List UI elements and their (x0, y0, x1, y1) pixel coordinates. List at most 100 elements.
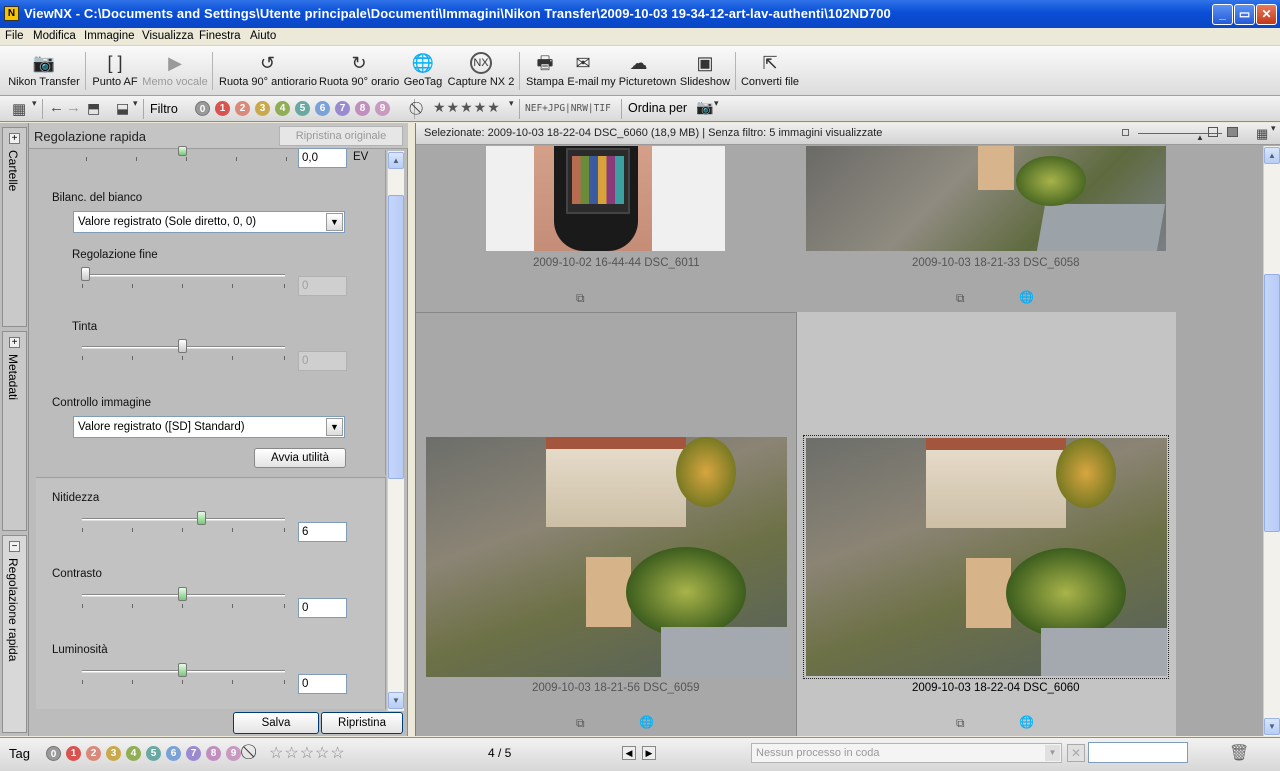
fine-tune-slider[interactable] (82, 274, 285, 277)
chevron-down-icon[interactable]: ▾ (714, 98, 719, 109)
contrast-input[interactable]: 0 (298, 598, 347, 618)
thumbnail-scrollbar[interactable]: ▲ ▼ (1263, 146, 1280, 736)
punto-af-button[interactable]: [ ] Punto AF (90, 48, 140, 94)
menu-modifica[interactable]: Modifica (33, 30, 76, 42)
color-label-4[interactable]: 4 (275, 101, 290, 116)
back-arrow-icon[interactable]: ← (49, 99, 64, 116)
capture-nx-button[interactable]: NX Capture NX 2 (447, 48, 515, 94)
brightness-slider-thumb[interactable] (178, 663, 187, 677)
slideshow-button[interactable]: ▣ Slideshow (679, 48, 731, 94)
launch-utility-button[interactable]: Avvia utilità (254, 448, 346, 468)
color-label-3[interactable]: 3 (106, 746, 121, 761)
fullscreen-icon[interactable] (1227, 127, 1238, 137)
thumbnail-image[interactable] (486, 146, 725, 251)
color-label-9[interactable]: 9 (226, 746, 241, 761)
save-button[interactable]: Salva (233, 712, 319, 734)
scroll-up-icon[interactable]: ▲ (1264, 147, 1280, 164)
chevron-down-icon[interactable]: ▾ (1271, 123, 1276, 134)
color-label-2[interactable]: 2 (86, 746, 101, 761)
reset-original-button[interactable]: Ripristina originale (279, 126, 403, 146)
menu-aiuto[interactable]: Aiuto (250, 30, 276, 42)
email-button[interactable]: ✉ E-mail (567, 48, 599, 94)
scrollbar-thumb[interactable] (388, 195, 404, 479)
sharpness-slider[interactable] (82, 518, 285, 521)
color-label-2[interactable]: 2 (235, 101, 250, 116)
globe-icon[interactable]: 🌐 (1019, 715, 1034, 729)
cancel-process-icon[interactable]: ✕ (1067, 744, 1085, 762)
color-label-0[interactable]: 0 (195, 101, 210, 116)
color-label-0[interactable]: 0 (46, 746, 61, 761)
tab-regolazione-rapida[interactable]: − Regolazione rapida (2, 535, 27, 733)
color-label-3[interactable]: 3 (255, 101, 270, 116)
folder-down-icon[interactable]: ⬓ (116, 100, 129, 117)
color-label-7[interactable]: 7 (186, 746, 201, 761)
plus-icon[interactable]: + (9, 133, 20, 144)
chevron-down-icon[interactable]: ▼ (326, 213, 343, 231)
panel-scrollbar[interactable]: ▲ ▼ (387, 151, 404, 711)
nikon-transfer-button[interactable]: 📷 Nikon Transfer (8, 48, 80, 94)
picture-control-select[interactable]: Valore registrato ([SD] Standard) ▼ (73, 416, 345, 438)
globe-icon[interactable]: 🌐 (1019, 290, 1034, 304)
color-label-7[interactable]: 7 (335, 101, 350, 116)
color-label-6[interactable]: 6 (166, 746, 181, 761)
next-image-icon[interactable]: ▶ (642, 746, 656, 760)
sharpness-slider-thumb[interactable] (197, 511, 206, 525)
slider-pointer-icon[interactable]: ▲ (1196, 133, 1204, 142)
sharpness-input[interactable]: 6 (298, 522, 347, 542)
convert-files-button[interactable]: ⇱ Converti file (740, 48, 800, 94)
small-thumb-icon[interactable] (1122, 129, 1129, 136)
color-label-4[interactable]: 4 (126, 746, 141, 761)
color-label-1[interactable]: 1 (66, 746, 81, 761)
close-button[interactable]: ✕ (1256, 4, 1277, 25)
star-rating[interactable]: ☆☆☆☆☆ (269, 743, 346, 763)
fine-tune-input[interactable]: 0 (298, 276, 347, 296)
chevron-down-icon[interactable]: ▾ (32, 98, 37, 109)
forward-arrow-icon[interactable]: → (66, 99, 81, 116)
color-label-6[interactable]: 6 (315, 101, 330, 116)
white-balance-select[interactable]: Valore registrato (Sole diretto, 0, 0) ▼ (73, 211, 345, 233)
scroll-down-icon[interactable]: ▼ (1264, 718, 1280, 735)
large-thumb-icon[interactable] (1208, 127, 1218, 137)
plus-icon[interactable]: + (9, 337, 20, 348)
star-rating-filter[interactable]: ★★★★★ (433, 99, 501, 116)
minimize-button[interactable]: _ (1212, 4, 1233, 25)
minus-icon[interactable]: − (9, 541, 20, 552)
globe-icon[interactable]: 🌐 (639, 715, 654, 729)
tint-input[interactable]: 0 (298, 351, 347, 371)
grid-view-icon[interactable]: ▦ (12, 100, 26, 118)
color-label-8[interactable]: 8 (206, 746, 221, 761)
color-label-8[interactable]: 8 (355, 101, 370, 116)
tab-metadati[interactable]: + Metadati (2, 331, 27, 531)
thumbnail-image-selected[interactable] (806, 438, 1167, 676)
prev-image-icon[interactable]: ◀ (622, 746, 636, 760)
chevron-down-icon[interactable]: ▼ (1045, 745, 1060, 761)
fine-tune-slider-thumb[interactable] (81, 267, 90, 281)
picturetown-button[interactable]: ☁ my Picturetown (601, 48, 676, 94)
process-queue-field[interactable]: Nessun processo in coda ▼ (751, 743, 1062, 763)
tint-slider-thumb[interactable] (178, 339, 187, 353)
exposure-slider-thumb[interactable] (178, 146, 187, 156)
menu-finestra[interactable]: Finestra (199, 30, 241, 42)
chevron-down-icon[interactable]: ▼ (326, 418, 343, 436)
chevron-down-icon[interactable]: ▾ (509, 98, 514, 109)
image-stack-icon[interactable]: ⧉ (956, 291, 965, 306)
menu-immagine[interactable]: Immagine (84, 30, 135, 42)
scroll-up-icon[interactable]: ▲ (388, 152, 404, 169)
color-label-9[interactable]: 9 (375, 101, 390, 116)
chevron-down-icon[interactable]: ▾ (133, 98, 138, 109)
view-mode-icon[interactable]: ▦ (1256, 126, 1268, 142)
trash-icon[interactable]: 🗑 (1229, 743, 1249, 763)
rotate-ccw-button[interactable]: ↺ Ruota 90° antiorario (219, 48, 317, 94)
color-label-5[interactable]: 5 (146, 746, 161, 761)
memo-vocale-button[interactable]: ▶ Memo vocale (142, 48, 208, 94)
scroll-down-icon[interactable]: ▼ (388, 692, 404, 709)
contrast-slider-thumb[interactable] (178, 587, 187, 601)
rotate-cw-button[interactable]: ↻ Ruota 90° orario (319, 48, 399, 94)
tab-cartelle[interactable]: + Cartelle (2, 127, 27, 327)
brightness-input[interactable]: 0 (298, 674, 347, 694)
menu-file[interactable]: File (5, 30, 24, 42)
print-button[interactable]: 🖶 Stampa (525, 48, 565, 94)
thumbnail-image[interactable] (426, 437, 787, 677)
image-stack-icon[interactable]: ⧉ (576, 291, 585, 306)
thumbnail-image[interactable] (806, 146, 1166, 251)
